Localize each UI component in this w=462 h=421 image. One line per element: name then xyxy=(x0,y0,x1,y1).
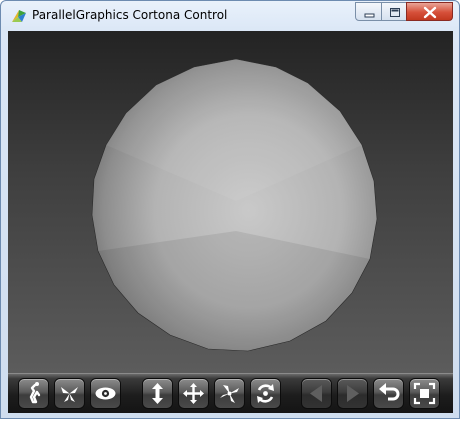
scene-canvas xyxy=(91,58,378,352)
roll-icon xyxy=(257,384,274,403)
fly-button[interactable] xyxy=(54,378,85,409)
pan-icon xyxy=(183,383,204,404)
study-button[interactable] xyxy=(90,378,121,409)
roll-button[interactable] xyxy=(250,378,281,409)
restore-icon xyxy=(379,383,400,401)
next-viewpoint-icon xyxy=(347,385,359,402)
maximize-icon xyxy=(390,8,400,17)
minimize-button[interactable] xyxy=(355,2,382,21)
cortona-logo-icon xyxy=(12,10,26,22)
maximize-button[interactable] xyxy=(381,2,407,21)
title-bar[interactable]: ParallelGraphics Cortona Control xyxy=(1,1,459,31)
fit-icon xyxy=(413,382,436,405)
pan-button[interactable] xyxy=(178,378,209,409)
close-icon xyxy=(423,6,437,19)
study-icon xyxy=(95,387,116,400)
caption-buttons xyxy=(355,2,455,22)
3d-viewport[interactable] xyxy=(8,31,453,373)
minimize-icon xyxy=(364,13,375,18)
next-viewpoint-button[interactable] xyxy=(337,378,368,409)
turn-button[interactable] xyxy=(214,378,245,409)
fly-icon xyxy=(61,387,78,402)
previous-viewpoint-icon xyxy=(310,385,322,402)
walk-button[interactable] xyxy=(18,378,49,409)
plan-button[interactable] xyxy=(142,378,173,409)
turn-icon xyxy=(220,385,239,403)
cortona-window: ParallelGraphics Cortona Control xyxy=(0,0,460,419)
close-button[interactable] xyxy=(406,2,453,21)
walk-icon xyxy=(29,382,41,404)
previous-viewpoint-button[interactable] xyxy=(301,378,332,409)
plan-icon xyxy=(152,383,163,404)
navigation-toolbar xyxy=(8,373,453,413)
window-title: ParallelGraphics Cortona Control xyxy=(32,8,228,22)
restore-button[interactable] xyxy=(373,378,404,409)
fit-button[interactable] xyxy=(409,378,440,409)
